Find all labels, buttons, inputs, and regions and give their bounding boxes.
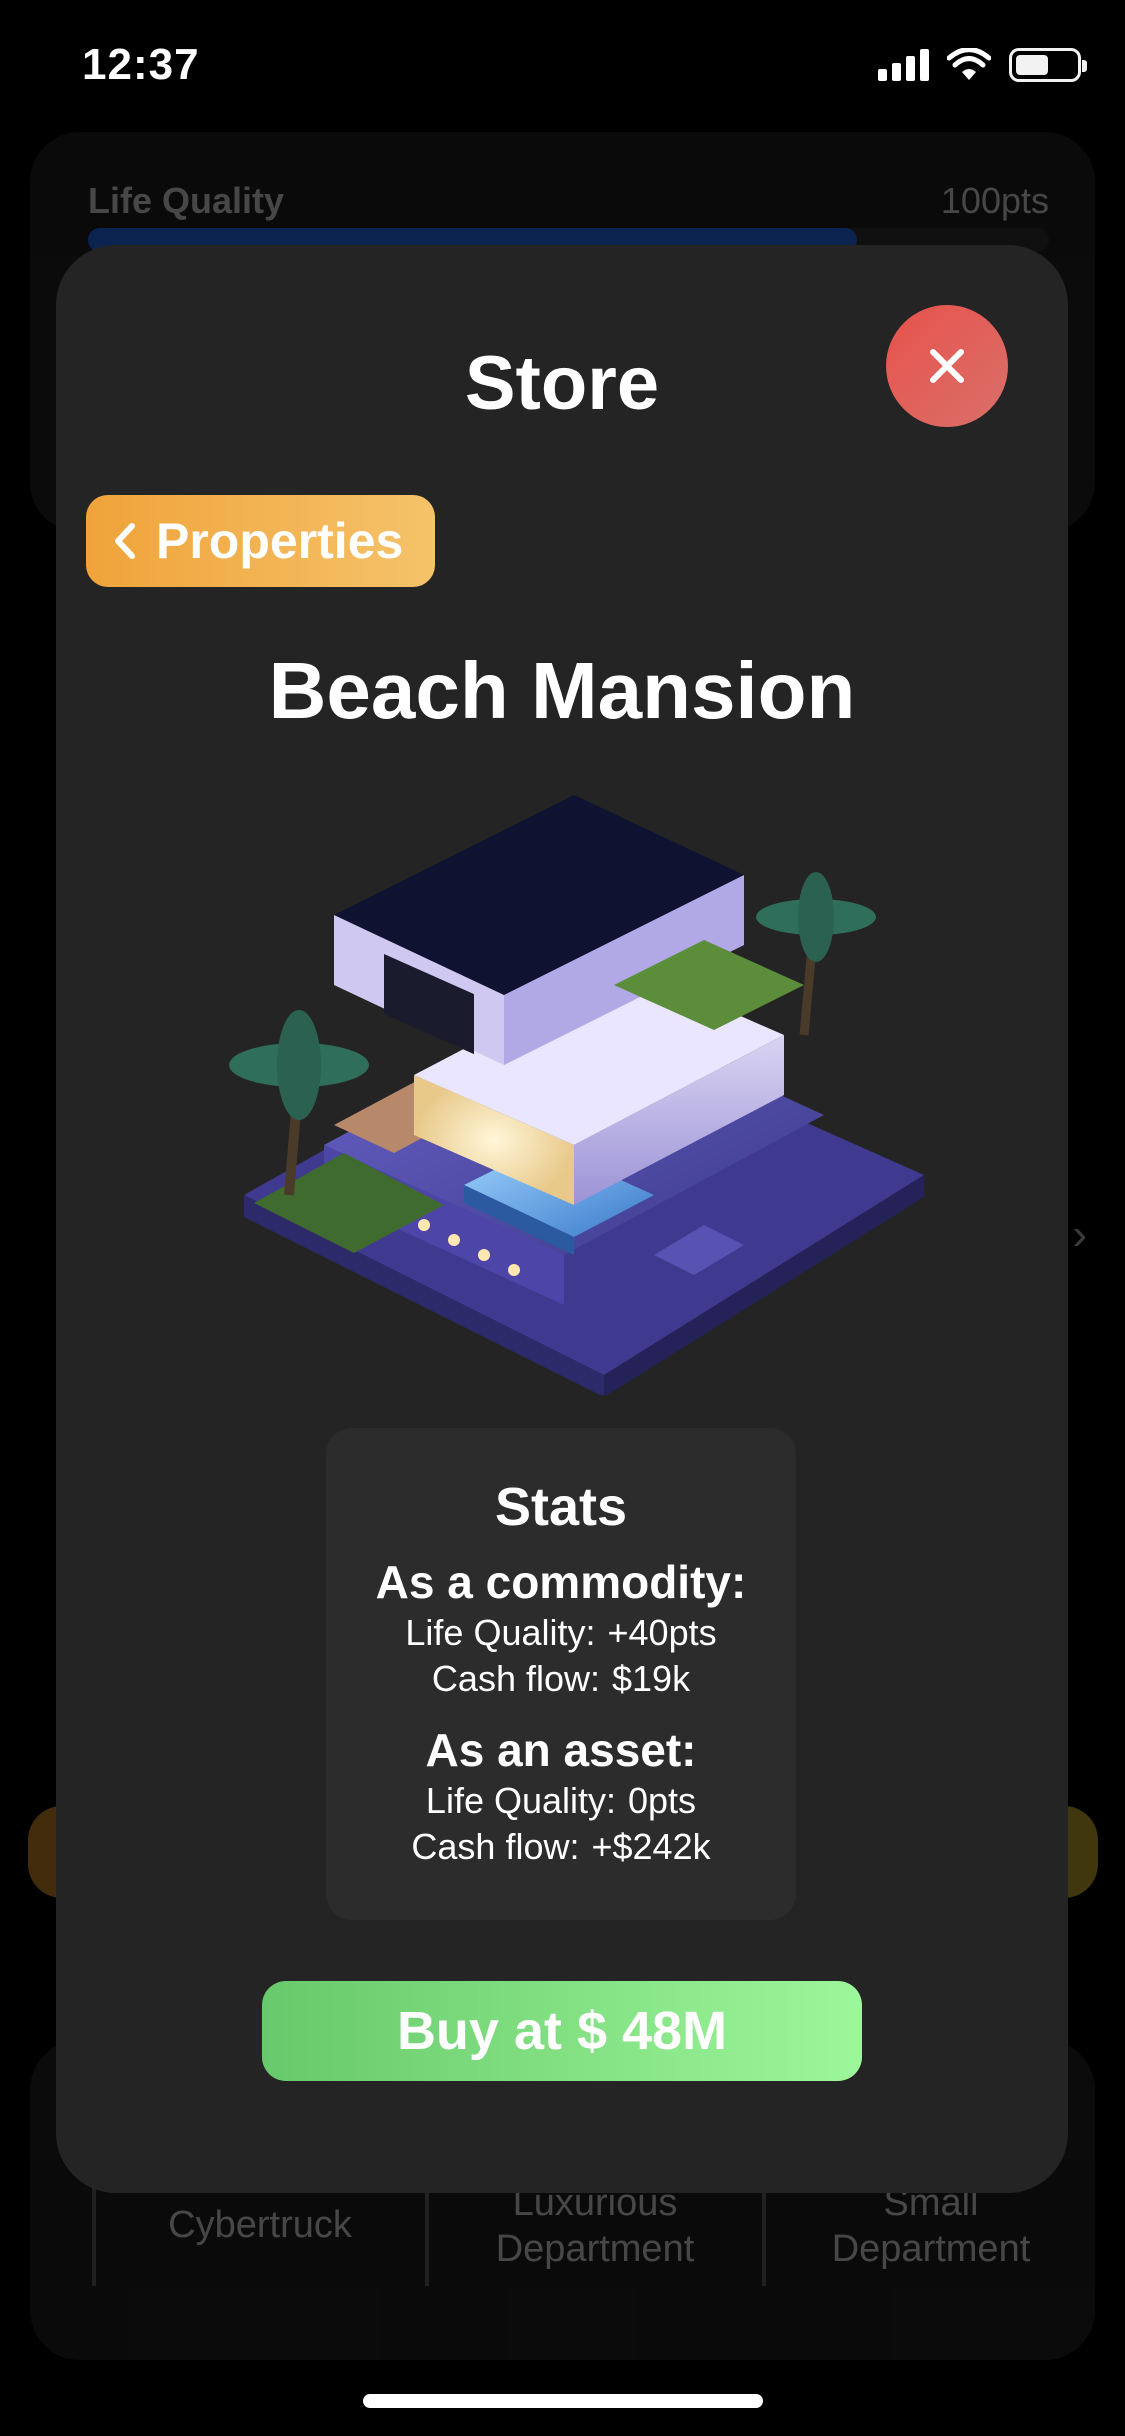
chevron-left-icon [115,523,135,559]
status-bar: 12:37 [0,0,1125,140]
store-modal: Store Properties Beach Mansion Stats As … [56,245,1068,2193]
item-luxurious-department: Luxurious Department [430,2180,760,2272]
home-indicator[interactable] [363,2394,763,2408]
stat-label: Cash flow: [411,1826,580,1867]
stat-value: +40pts [607,1612,717,1653]
close-icon [930,349,964,383]
status-time: 12:37 [82,40,200,89]
close-button[interactable] [886,305,1008,427]
commodity-heading: As a commodity: [375,1556,747,1608]
commodity-cash-flow: Cash flow: $19k [326,1656,796,1702]
life-quality-value: 100pts [940,180,1049,221]
chevron-right-icon: › [1072,1210,1087,1259]
item-cybertruck: Cybertruck [95,2202,425,2248]
battery-icon [1009,48,1087,82]
stat-label: Life Quality: [425,1780,617,1821]
back-label: Properties [156,513,404,569]
stat-value: $19k [612,1658,691,1699]
stat-value: +$242k [591,1826,711,1867]
back-to-properties-button[interactable]: Properties [86,495,436,587]
buy-button[interactable]: Buy at $ 48M [262,1981,862,2081]
asset-cash-flow: Cash flow: +$242k [326,1824,796,1870]
cellular-signal-icon [878,49,929,81]
status-icons [878,48,1087,82]
life-quality-label: Life Quality [88,180,285,221]
item-small-department: Small Department [766,2180,1096,2272]
item-title: Beach Mansion [268,646,856,735]
screen: Life Quality 100pts › Cybertruck Luxurio… [0,0,1125,2436]
asset-heading: As an asset: [425,1724,697,1776]
stat-value: 0pts [628,1780,697,1821]
stat-label: Cash flow: [431,1658,600,1699]
item-label: Small Department [831,2182,1031,2270]
wifi-icon [947,48,991,80]
stats-card: Stats As a commodity: Life Quality: +40pt… [326,1428,796,1920]
item-label: Luxurious Department [495,2182,695,2270]
stat-label: Life Quality: [405,1612,596,1653]
divider [425,2180,429,2286]
buy-label: Buy at $ 48M [396,2001,728,2061]
asset-life-quality: Life Quality: 0pts [326,1778,796,1824]
commodity-life-quality: Life Quality: +40pts [326,1610,796,1656]
item-label: Cybertruck [168,2204,352,2246]
stats-title: Stats [494,1477,628,1537]
beach-mansion-image [229,795,924,1395]
